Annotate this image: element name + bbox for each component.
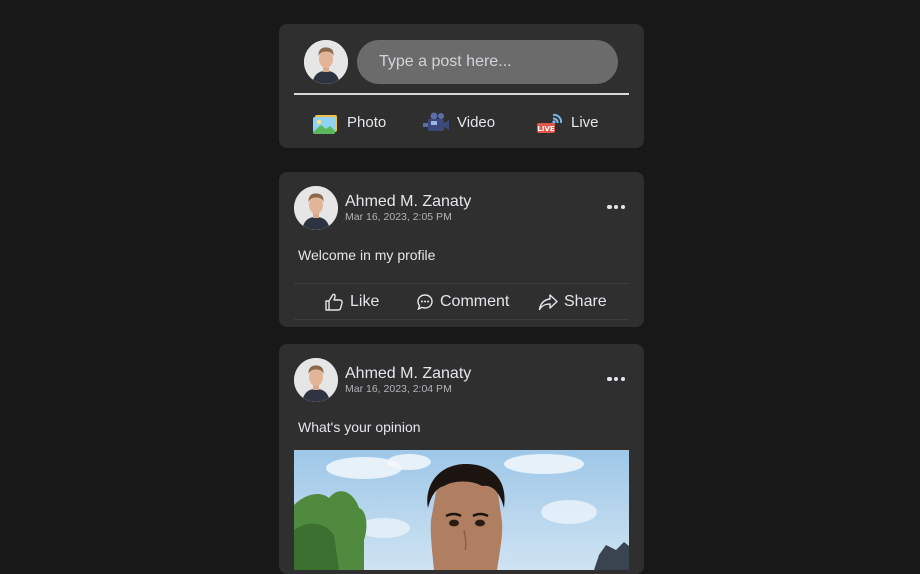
share-button[interactable]: Share bbox=[538, 293, 607, 311]
post-card: Ahmed M. Zanaty Mar 16, 2023, 2:05 PM We… bbox=[279, 172, 644, 327]
post-actions: Like Comment Share bbox=[294, 283, 629, 320]
photo-button[interactable]: Photo bbox=[312, 111, 422, 135]
composer-top bbox=[294, 40, 629, 84]
comment-button[interactable]: Comment bbox=[416, 293, 538, 311]
post-card: Ahmed M. Zanaty Mar 16, 2023, 2:04 PM Wh… bbox=[279, 344, 644, 574]
video-camera-icon bbox=[422, 111, 450, 135]
post-composer: Photo Video bbox=[279, 24, 644, 148]
author-avatar[interactable] bbox=[294, 358, 338, 402]
composer-actions: Photo Video LIVE Live bbox=[294, 95, 629, 150]
like-label: Like bbox=[350, 292, 380, 310]
share-label: Share bbox=[564, 292, 607, 310]
author-avatar[interactable] bbox=[294, 186, 338, 230]
video-label: Video bbox=[457, 114, 496, 131]
more-options-icon[interactable] bbox=[607, 198, 625, 216]
more-options-icon[interactable] bbox=[607, 370, 625, 388]
post-photo[interactable] bbox=[294, 450, 629, 570]
photo-icon bbox=[312, 111, 340, 135]
live-button[interactable]: LIVE Live bbox=[536, 111, 599, 135]
author-info: Ahmed M. Zanaty Mar 16, 2023, 2:05 PM bbox=[345, 192, 471, 224]
post-timestamp: Mar 16, 2023, 2:05 PM bbox=[345, 211, 452, 223]
author-info: Ahmed M. Zanaty Mar 16, 2023, 2:04 PM bbox=[345, 364, 471, 396]
news-feed: Photo Video bbox=[279, 24, 644, 574]
svg-text:LIVE: LIVE bbox=[537, 125, 554, 133]
comment-icon bbox=[417, 293, 433, 310]
post-input[interactable] bbox=[357, 40, 618, 84]
share-icon bbox=[538, 293, 558, 310]
photo-label: Photo bbox=[347, 114, 387, 131]
author-name[interactable]: Ahmed M. Zanaty bbox=[345, 192, 471, 211]
author-name[interactable]: Ahmed M. Zanaty bbox=[345, 364, 471, 383]
post-header: Ahmed M. Zanaty Mar 16, 2023, 2:05 PM bbox=[294, 186, 629, 230]
thumbs-up-icon bbox=[325, 293, 343, 311]
post-header: Ahmed M. Zanaty Mar 16, 2023, 2:04 PM bbox=[294, 358, 629, 402]
live-label: Live bbox=[571, 114, 599, 131]
post-timestamp: Mar 16, 2023, 2:04 PM bbox=[345, 383, 452, 395]
post-text: What's your opinion bbox=[298, 419, 421, 435]
avatar[interactable] bbox=[304, 40, 348, 84]
video-button[interactable]: Video bbox=[422, 111, 536, 135]
live-icon: LIVE bbox=[536, 111, 564, 135]
comment-label: Comment bbox=[440, 292, 510, 310]
post-text: Welcome in my profile bbox=[298, 247, 436, 263]
like-button[interactable]: Like bbox=[324, 292, 416, 312]
